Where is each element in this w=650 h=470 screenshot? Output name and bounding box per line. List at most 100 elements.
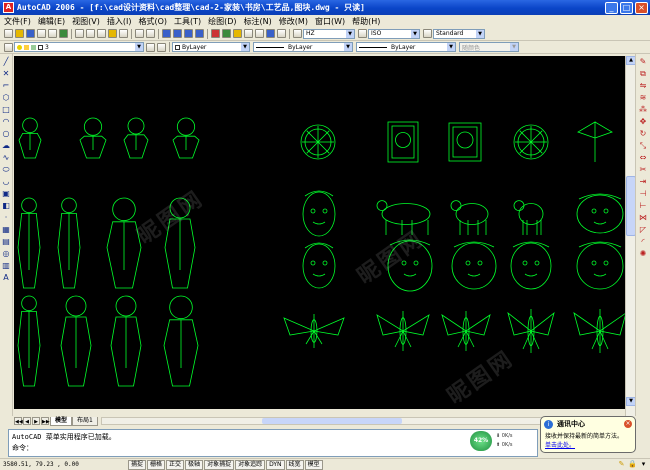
layer-manager-icon[interactable] [4,42,13,52]
join-icon[interactable]: ⋈ [639,213,648,222]
chevron-down-icon[interactable]: ▼ [344,43,352,51]
match-properties-icon[interactable] [108,29,117,38]
text-style-icon[interactable] [293,29,302,38]
multiline-text-icon[interactable]: A [2,273,11,282]
trim-icon[interactable]: ✂ [639,165,648,174]
paste-icon[interactable] [97,29,106,38]
text-style-combo[interactable]: HZ ▼ [303,28,355,39]
grid-toggle[interactable]: 栅格 [147,459,166,470]
osnap-toggle[interactable]: 对象捕捉 [204,459,235,470]
close-icon[interactable]: × [624,420,632,428]
chamfer-icon[interactable]: ◸ [639,225,648,234]
cad-block-clock[interactable] [300,124,336,160]
extend-icon[interactable]: ⇥ [639,177,648,186]
open-file-icon[interactable] [15,29,24,38]
region-icon[interactable]: ◎ [2,249,11,258]
spline-icon[interactable]: ∿ [2,153,11,162]
tab-layout1[interactable]: 布局1 [72,416,98,426]
chevron-down-icon[interactable]: ▼ [411,29,419,38]
explode-icon[interactable]: ✺ [639,249,648,258]
zoom-previous-icon[interactable] [195,29,204,38]
make-current-icon[interactable] [146,42,155,52]
line-icon[interactable]: ╱ [2,57,11,66]
dim-style-combo[interactable]: ISO ▼ [368,28,420,39]
cad-block-statue-3[interactable] [106,197,142,289]
zoom-realtime-icon[interactable] [173,29,182,38]
chevron-down-icon[interactable]: ▼ [346,29,354,38]
color-combo[interactable]: ByLayer ▼ [172,42,250,52]
layer-combo[interactable]: 3 ▼ [14,42,144,52]
cad-block-bust-2[interactable] [79,117,107,159]
model-toggle[interactable]: 模型 [304,459,323,470]
menu-format[interactable]: 格式(O) [138,16,167,27]
cad-block-ox-skull[interactable] [576,193,624,234]
array-icon[interactable]: ⁂ [639,105,648,114]
undo-icon[interactable] [135,29,144,38]
minimize-icon[interactable]: _ [605,1,618,14]
cad-block-ship-wheel[interactable] [513,124,549,160]
scale-icon[interactable]: ⤡ [639,141,648,150]
snap-toggle[interactable]: 捕捉 [128,459,147,470]
lineweight-combo[interactable]: ByLayer ▼ [356,42,456,52]
chevron-down-icon[interactable]: ▼ [241,43,249,51]
cad-block-statue-2[interactable] [57,197,81,289]
prev-tab-icon[interactable]: ◀ [23,417,31,425]
design-center-icon[interactable] [222,29,231,38]
ortho-toggle[interactable]: 正交 [166,459,185,470]
tray-settings-icon[interactable]: ▾ [639,460,648,469]
break-icon[interactable]: ⊢ [639,201,648,210]
zoom-window-icon[interactable] [184,29,193,38]
rotate-icon[interactable]: ↻ [639,129,648,138]
cad-block-kite-2[interactable] [376,311,430,351]
cad-block-mask-1[interactable] [302,242,336,289]
revision-cloud-icon[interactable]: ☁ [2,141,11,150]
insert-block-icon[interactable]: ▣ [2,189,11,198]
close-icon[interactable]: × [635,1,648,14]
cad-block-statue-1[interactable] [17,197,41,289]
make-block-icon[interactable]: ◧ [2,201,11,210]
cad-block-figure[interactable] [513,200,544,235]
new-file-icon[interactable] [4,29,13,38]
command-prompt[interactable]: 命令： [12,443,534,454]
menu-window[interactable]: 窗口(W) [315,16,345,27]
cad-block-kite-3[interactable] [441,311,491,351]
cad-block-dancer-2[interactable] [60,295,92,387]
menu-edit[interactable]: 编辑(E) [38,16,65,27]
table-style-combo[interactable]: Standard ▼ [433,28,485,39]
vertical-scrollbar[interactable]: ▲ ▼ [625,56,636,416]
cad-block-dancer-3[interactable] [110,295,142,387]
offset-icon[interactable]: ≋ [639,93,648,102]
print-icon[interactable] [37,29,46,38]
sheet-set-icon[interactable] [244,29,253,38]
first-tab-icon[interactable]: ◀◀ [14,417,23,425]
construction-line-icon[interactable]: ✕ [2,69,11,78]
cad-block-bust-1[interactable] [18,117,42,159]
break-at-point-icon[interactable]: ⊣ [639,189,648,198]
last-tab-icon[interactable]: ▶▶ [41,417,50,425]
plot-preview-icon[interactable] [48,29,57,38]
cad-block-mask-4[interactable] [510,241,552,290]
move-icon[interactable]: ✥ [639,117,648,126]
scroll-thumb[interactable] [261,418,402,424]
point-icon[interactable]: · [2,213,11,222]
command-line[interactable]: AutoCAD 菜单实用程序已加载。 命令： [8,429,538,457]
cut-icon[interactable] [75,29,84,38]
help-icon[interactable] [277,29,286,38]
dyn-toggle[interactable]: DYN [266,459,285,470]
menu-tools[interactable]: 工具(T) [174,16,201,27]
polygon-icon[interactable]: ⬡ [2,93,11,102]
menu-draw[interactable]: 绘图(D) [208,16,236,27]
mirror-icon[interactable]: ⇋ [639,81,648,90]
pan-icon[interactable] [162,29,171,38]
autocad-logo-icon[interactable]: A [3,2,14,13]
tab-model[interactable]: 模型 [50,416,73,426]
balloon-link[interactable]: 单击此处。 [545,440,631,449]
polyline-icon[interactable]: ⌐ [2,81,11,90]
fillet-icon[interactable]: ◜ [639,237,648,246]
table-style-icon[interactable] [423,29,432,38]
drawing-area[interactable]: 昵图网 昵图网 昵图网 [14,56,625,409]
arc-icon[interactable]: ◠ [2,117,11,126]
circle-icon[interactable]: ○ [2,129,11,138]
stretch-icon[interactable]: ⇔ [639,153,648,162]
ellipse-arc-icon[interactable]: ◡ [2,177,11,186]
